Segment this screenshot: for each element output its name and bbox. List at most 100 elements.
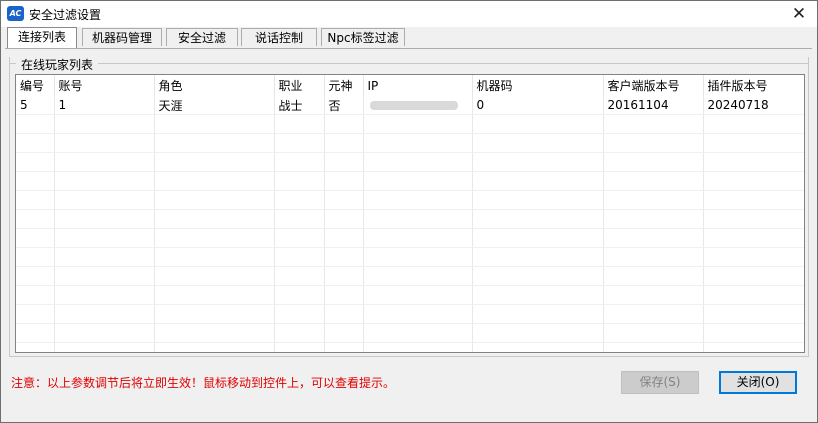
cell-plugin-version: 20240718 (703, 96, 804, 115)
column-header-client-version[interactable]: 客户端版本号 (603, 75, 704, 96)
save-button[interactable]: 保存(S) (621, 371, 699, 394)
empty-cell (603, 323, 704, 343)
empty-cell (54, 323, 155, 343)
empty-cell (472, 190, 604, 210)
empty-cell (472, 114, 604, 134)
empty-cell (703, 228, 804, 248)
empty-cell (703, 133, 804, 153)
table-row[interactable]: 5 1 天涯 战士 否 0 20161104 20240718 (16, 96, 804, 115)
table-row-empty[interactable] (16, 114, 804, 134)
cell-character: 天涯 (154, 96, 275, 115)
empty-cell (154, 247, 275, 267)
empty-cell (16, 133, 55, 153)
empty-cell (154, 152, 275, 172)
table-row-empty[interactable] (16, 266, 804, 286)
empty-cell (154, 228, 275, 248)
empty-cell (324, 285, 364, 305)
settings-window: AC 安全过滤设置 ✕ 连接列表 机器码管理 安全过滤 说话控制 Npc标签过滤… (0, 0, 818, 423)
column-header-account[interactable]: 账号 (54, 75, 155, 96)
empty-cell (472, 171, 604, 191)
empty-cell (54, 342, 155, 352)
table-row-empty[interactable] (16, 190, 804, 210)
column-header-spirit[interactable]: 元神 (324, 75, 364, 96)
empty-cell (54, 133, 155, 153)
empty-cell (54, 171, 155, 191)
empty-cell (363, 266, 473, 286)
table-row-empty[interactable] (16, 133, 804, 153)
empty-cell (16, 171, 55, 191)
empty-cell (603, 114, 704, 134)
empty-cell (324, 114, 364, 134)
column-header-machine-code[interactable]: 机器码 (472, 75, 604, 96)
empty-cell (472, 247, 604, 267)
empty-cell (54, 228, 155, 248)
empty-cell (54, 209, 155, 229)
column-header-plugin-version[interactable]: 插件版本号 (703, 75, 804, 96)
empty-cell (703, 152, 804, 172)
empty-cell (703, 247, 804, 267)
empty-cell (603, 304, 704, 324)
empty-cell (16, 114, 55, 134)
table-row-empty[interactable] (16, 171, 804, 191)
empty-cell (363, 171, 473, 191)
empty-cell (274, 266, 325, 286)
empty-cell (603, 228, 704, 248)
empty-cell (703, 304, 804, 324)
empty-cell (16, 323, 55, 343)
tab-machine-code[interactable]: 机器码管理 (82, 28, 162, 46)
tab-security-filter[interactable]: 安全过滤 (166, 28, 238, 46)
online-players-list[interactable]: 编号 账号 角色 职业 元神 IP 机器码 客户端版本号 插件版本号 5 1 天… (15, 74, 805, 353)
empty-cell (324, 209, 364, 229)
cell-account: 1 (54, 96, 155, 115)
empty-cell (603, 152, 704, 172)
table-header-row: 编号 账号 角色 职业 元神 IP 机器码 客户端版本号 插件版本号 (16, 75, 804, 96)
empty-cell (16, 190, 55, 210)
empty-cell (603, 133, 704, 153)
tab-speech-control[interactable]: 说话控制 (241, 28, 317, 46)
empty-cell (16, 152, 55, 172)
empty-cell (16, 209, 55, 229)
empty-cell (16, 285, 55, 305)
empty-cell (472, 323, 604, 343)
empty-cell (324, 304, 364, 324)
close-button[interactable]: 关闭(O) (719, 371, 797, 394)
table-row-empty[interactable] (16, 209, 804, 229)
column-header-character[interactable]: 角色 (154, 75, 275, 96)
notice-text: 注意：以上参数调节后将立即生效！鼠标移动到控件上，可以查看提示。 (11, 376, 396, 390)
table-row-empty[interactable] (16, 228, 804, 248)
close-window-icon[interactable]: ✕ (781, 1, 817, 27)
empty-cell (274, 323, 325, 343)
empty-cell (154, 133, 275, 153)
column-header-id[interactable]: 编号 (16, 75, 55, 96)
empty-cell (54, 304, 155, 324)
empty-cell (472, 228, 604, 248)
title-bar: AC 安全过滤设置 ✕ (1, 1, 817, 27)
table-row-empty[interactable] (16, 285, 804, 305)
group-title: 在线玩家列表 (19, 56, 96, 73)
table-row-empty[interactable] (16, 304, 804, 324)
column-header-class[interactable]: 职业 (274, 75, 325, 96)
tab-npc-label-filter[interactable]: Npc标签过滤 (321, 28, 405, 46)
empty-cell (363, 114, 473, 134)
table-row-empty[interactable] (16, 247, 804, 267)
empty-cell (703, 323, 804, 343)
tab-connection-list[interactable]: 连接列表 (7, 27, 77, 48)
table-row-empty[interactable] (16, 152, 804, 172)
empty-cell (603, 171, 704, 191)
empty-cell (154, 304, 275, 324)
empty-cell (54, 266, 155, 286)
players-table: 编号 账号 角色 职业 元神 IP 机器码 客户端版本号 插件版本号 5 1 天… (16, 75, 804, 352)
table-row-empty[interactable] (16, 342, 804, 352)
cell-class: 战士 (274, 96, 325, 115)
empty-cell (603, 247, 704, 267)
table-row-empty[interactable] (16, 323, 804, 343)
column-header-ip[interactable]: IP (363, 75, 473, 96)
empty-cell (363, 342, 473, 352)
empty-cell (54, 247, 155, 267)
cell-id: 5 (16, 96, 55, 115)
empty-cell (603, 190, 704, 210)
empty-cell (363, 304, 473, 324)
empty-cell (154, 114, 275, 134)
empty-cell (703, 190, 804, 210)
empty-cell (274, 342, 325, 352)
